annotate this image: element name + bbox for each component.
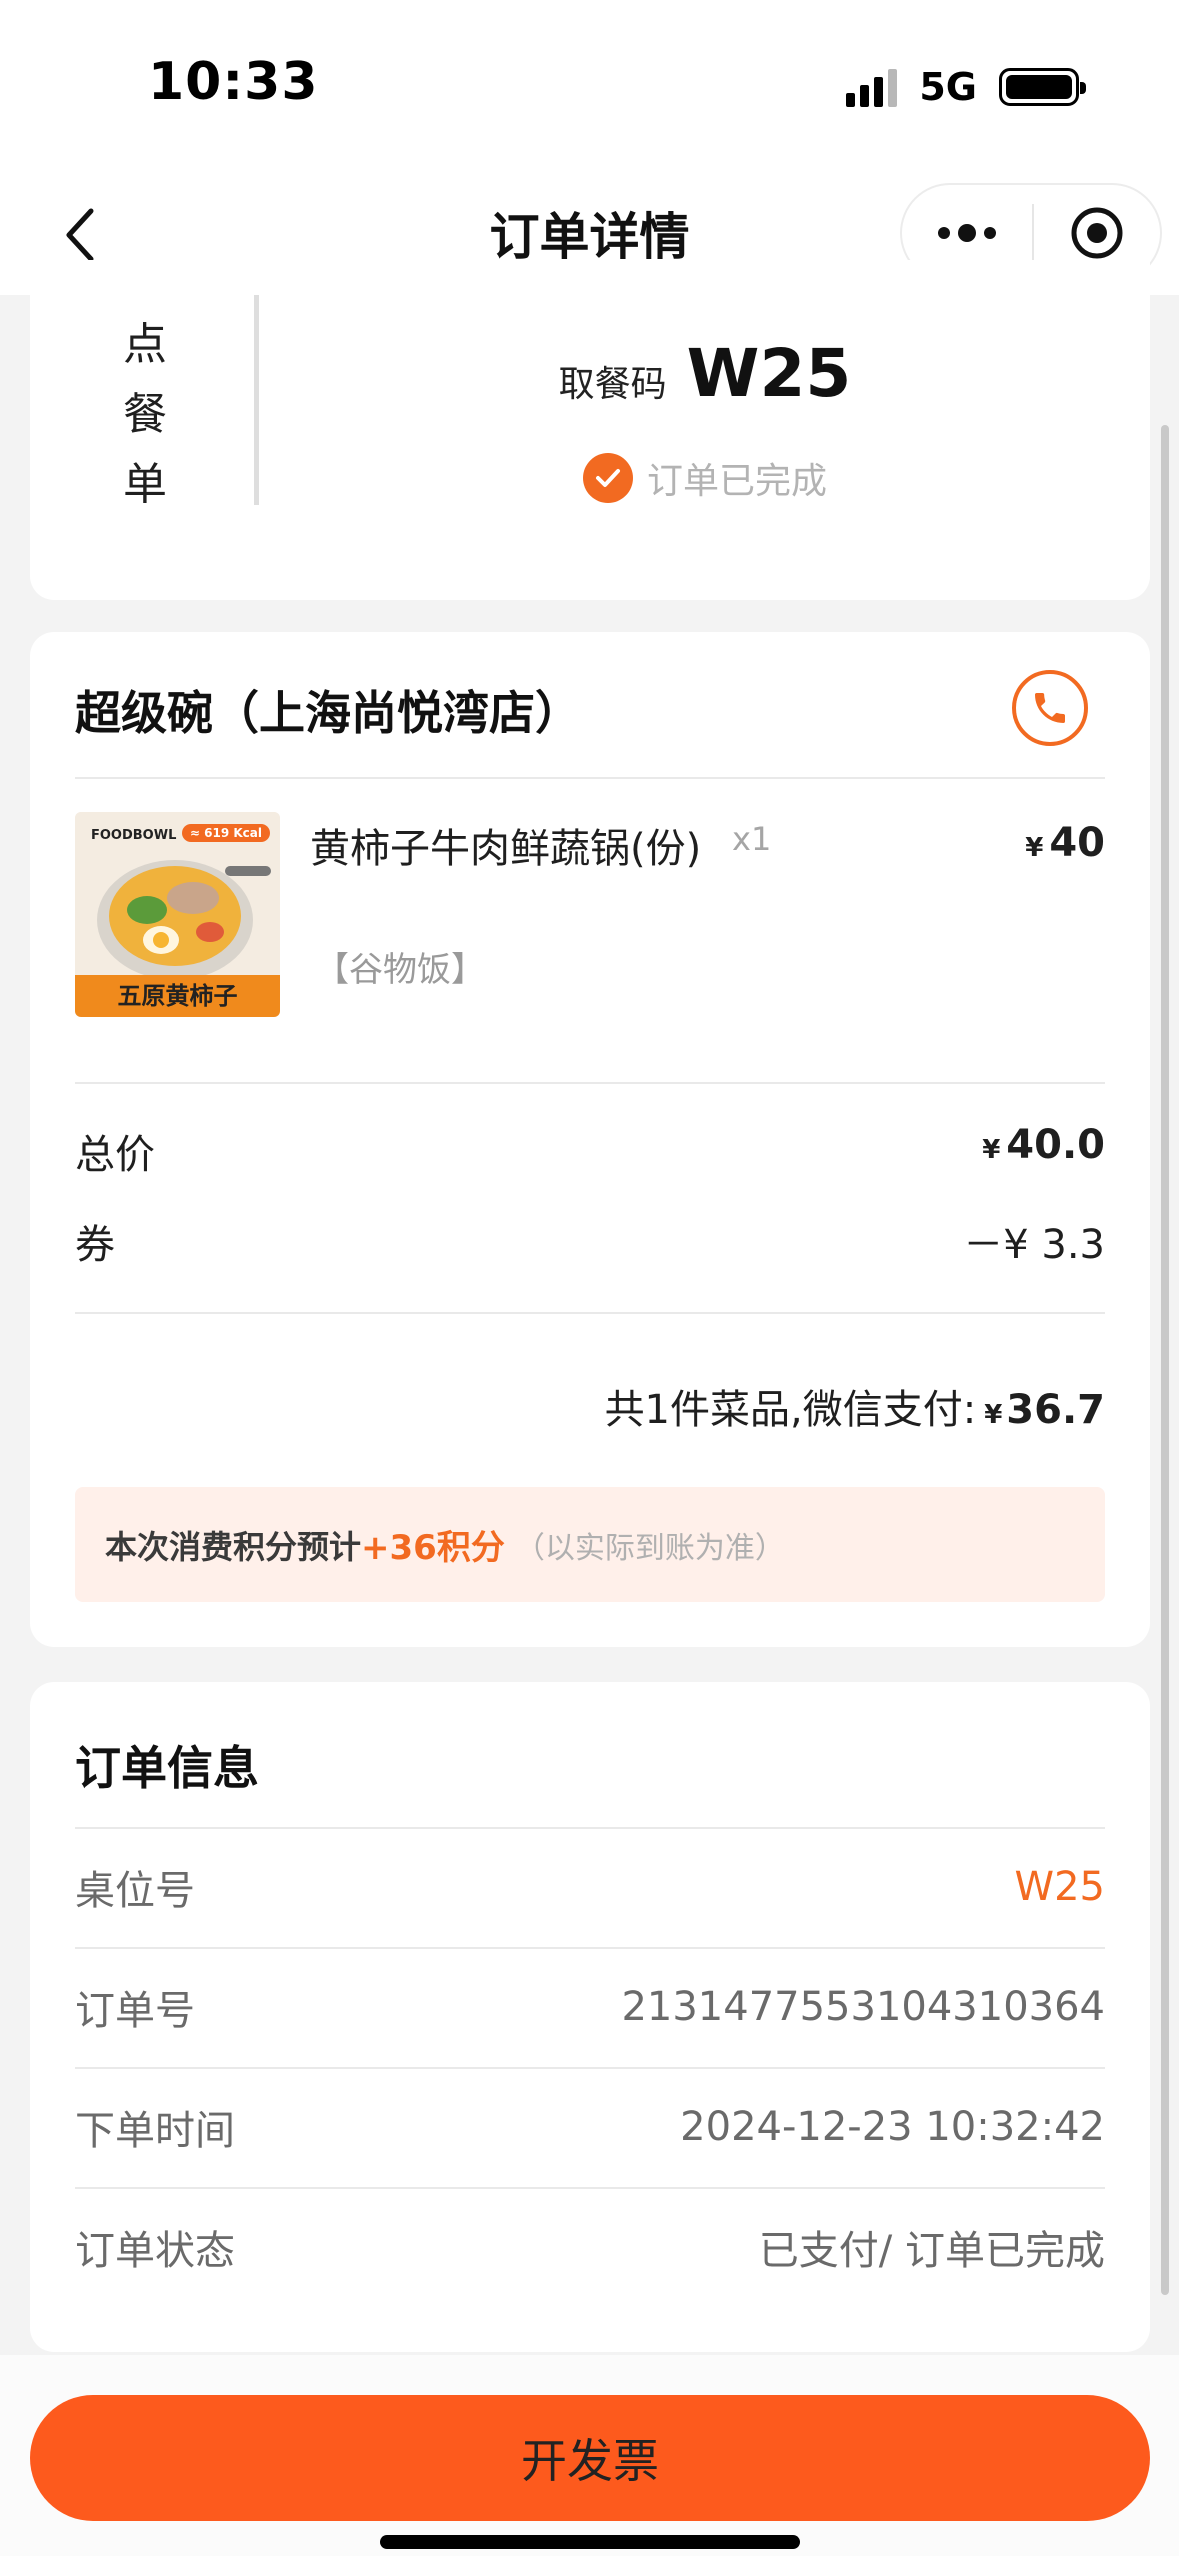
food-image-banner: 五原黄柿子 bbox=[75, 975, 280, 1017]
signal-icon bbox=[846, 67, 898, 107]
info-label: 下单时间 bbox=[75, 2108, 235, 2154]
currency-symbol: ¥ bbox=[984, 1400, 1003, 1430]
info-row-order-time: 下单时间 2024-12-23 10:32:42 bbox=[75, 2067, 1105, 2187]
divider bbox=[75, 1312, 1105, 1314]
food-quantity: x1 bbox=[732, 820, 772, 858]
pickup-code-row: 取餐码 W25 bbox=[260, 335, 1150, 412]
order-status-row: 订单已完成 bbox=[260, 452, 1150, 504]
food-price-value: 40 bbox=[1049, 820, 1105, 866]
store-name: 超级碗（上海尚悦湾店） bbox=[75, 686, 581, 740]
food-image: FOODBOWL ≈ 619 Kcal 五原黄柿子 bbox=[75, 812, 280, 1017]
status-indicators: 5G bbox=[846, 62, 1086, 112]
food-price: ¥ 40 bbox=[1025, 820, 1105, 866]
currency-symbol: ¥ bbox=[982, 1135, 1001, 1165]
info-row-table: 桌位号 W25 bbox=[75, 1827, 1105, 1947]
status-bar: 10:33 5G bbox=[0, 0, 1179, 175]
pickup-card: 点 餐 单 取餐码 W25 订单已完成 bbox=[30, 260, 1150, 600]
food-name: 黄柿子牛肉鲜蔬锅(份) bbox=[310, 826, 702, 872]
divider bbox=[75, 1082, 1105, 1084]
total-price-value: 40.0 bbox=[1006, 1122, 1105, 1168]
info-label: 订单状态 bbox=[75, 2228, 235, 2274]
payment-amount: 36.7 bbox=[1006, 1387, 1105, 1433]
more-dot-right bbox=[984, 227, 996, 239]
info-row-order-status: 订单状态 已支付/ 订单已完成 bbox=[75, 2187, 1105, 2307]
home-indicator bbox=[380, 2535, 800, 2549]
food-image-brand: FOODBOWL bbox=[91, 828, 177, 843]
call-store-button[interactable] bbox=[1012, 670, 1088, 746]
divider bbox=[75, 777, 1105, 779]
info-label: 订单号 bbox=[75, 1988, 195, 2034]
network-label: 5G bbox=[919, 65, 977, 109]
total-label: 总价 bbox=[75, 1132, 155, 1178]
points-text: 本次消费积分预计 bbox=[105, 1527, 362, 1566]
coupon-label: 券 bbox=[75, 1222, 115, 1268]
scrollbar[interactable] bbox=[1161, 425, 1169, 2295]
info-row-order-number: 订单号 2131477553104310364 bbox=[75, 1947, 1105, 2067]
bottom-bar: 开发票 bbox=[0, 2355, 1179, 2556]
order-type-char: 餐 bbox=[123, 389, 167, 440]
battery-icon bbox=[999, 68, 1086, 106]
coupon-value: －¥ 3.3 bbox=[963, 1222, 1105, 1268]
order-type-char: 单 bbox=[123, 459, 167, 510]
currency-symbol: ¥ bbox=[1025, 833, 1044, 863]
food-tag: 【谷物饭】 bbox=[315, 950, 485, 990]
order-status-text: 订单已完成 bbox=[646, 461, 827, 502]
check-icon bbox=[582, 453, 633, 503]
order-type-label: 点 餐 单 bbox=[110, 310, 180, 520]
more-dots-icon bbox=[938, 227, 950, 239]
status-time: 10:33 bbox=[148, 52, 319, 112]
target-icon bbox=[1071, 207, 1123, 259]
pickup-code-label: 取餐码 bbox=[558, 364, 667, 405]
info-label: 桌位号 bbox=[75, 1868, 195, 1914]
vertical-divider bbox=[254, 295, 259, 505]
order-card: 超级碗（上海尚悦湾店） FOODBOWL ≈ 619 Kcal 五原黄柿子 黄柿… bbox=[30, 632, 1150, 1647]
points-value: +36积分 bbox=[361, 1528, 505, 1568]
info-value: 2024-12-23 10:32:42 bbox=[680, 2104, 1105, 2150]
order-type-char: 点 bbox=[123, 319, 167, 370]
food-image-kcal: ≈ 619 Kcal bbox=[181, 824, 270, 842]
phone-icon bbox=[1035, 693, 1065, 723]
invoice-button[interactable]: 开发票 bbox=[30, 2395, 1150, 2521]
order-info-title: 订单信息 bbox=[75, 1741, 259, 1795]
info-value: 已支付/ 订单已完成 bbox=[758, 2228, 1105, 2274]
info-value: W25 bbox=[1014, 1864, 1105, 1910]
more-dot-center bbox=[958, 224, 976, 242]
points-note: （以实际到账为准） bbox=[514, 1530, 785, 1566]
points-banner: 本次消费积分预计 +36积分 （以实际到账为准） bbox=[75, 1487, 1105, 1602]
pickup-code: W25 bbox=[686, 335, 852, 412]
info-value[interactable]: 2131477553104310364 bbox=[621, 1984, 1105, 2030]
total-price: ¥ 40.0 bbox=[982, 1122, 1105, 1168]
payment-summary: 共1件菜品,微信支付: ¥ 36.7 bbox=[605, 1377, 1105, 1435]
payment-summary-text: 共1件菜品,微信支付: bbox=[604, 1387, 977, 1433]
order-info-card: 订单信息 桌位号 W25 订单号 2131477553104310364 下单时… bbox=[30, 1682, 1150, 2352]
